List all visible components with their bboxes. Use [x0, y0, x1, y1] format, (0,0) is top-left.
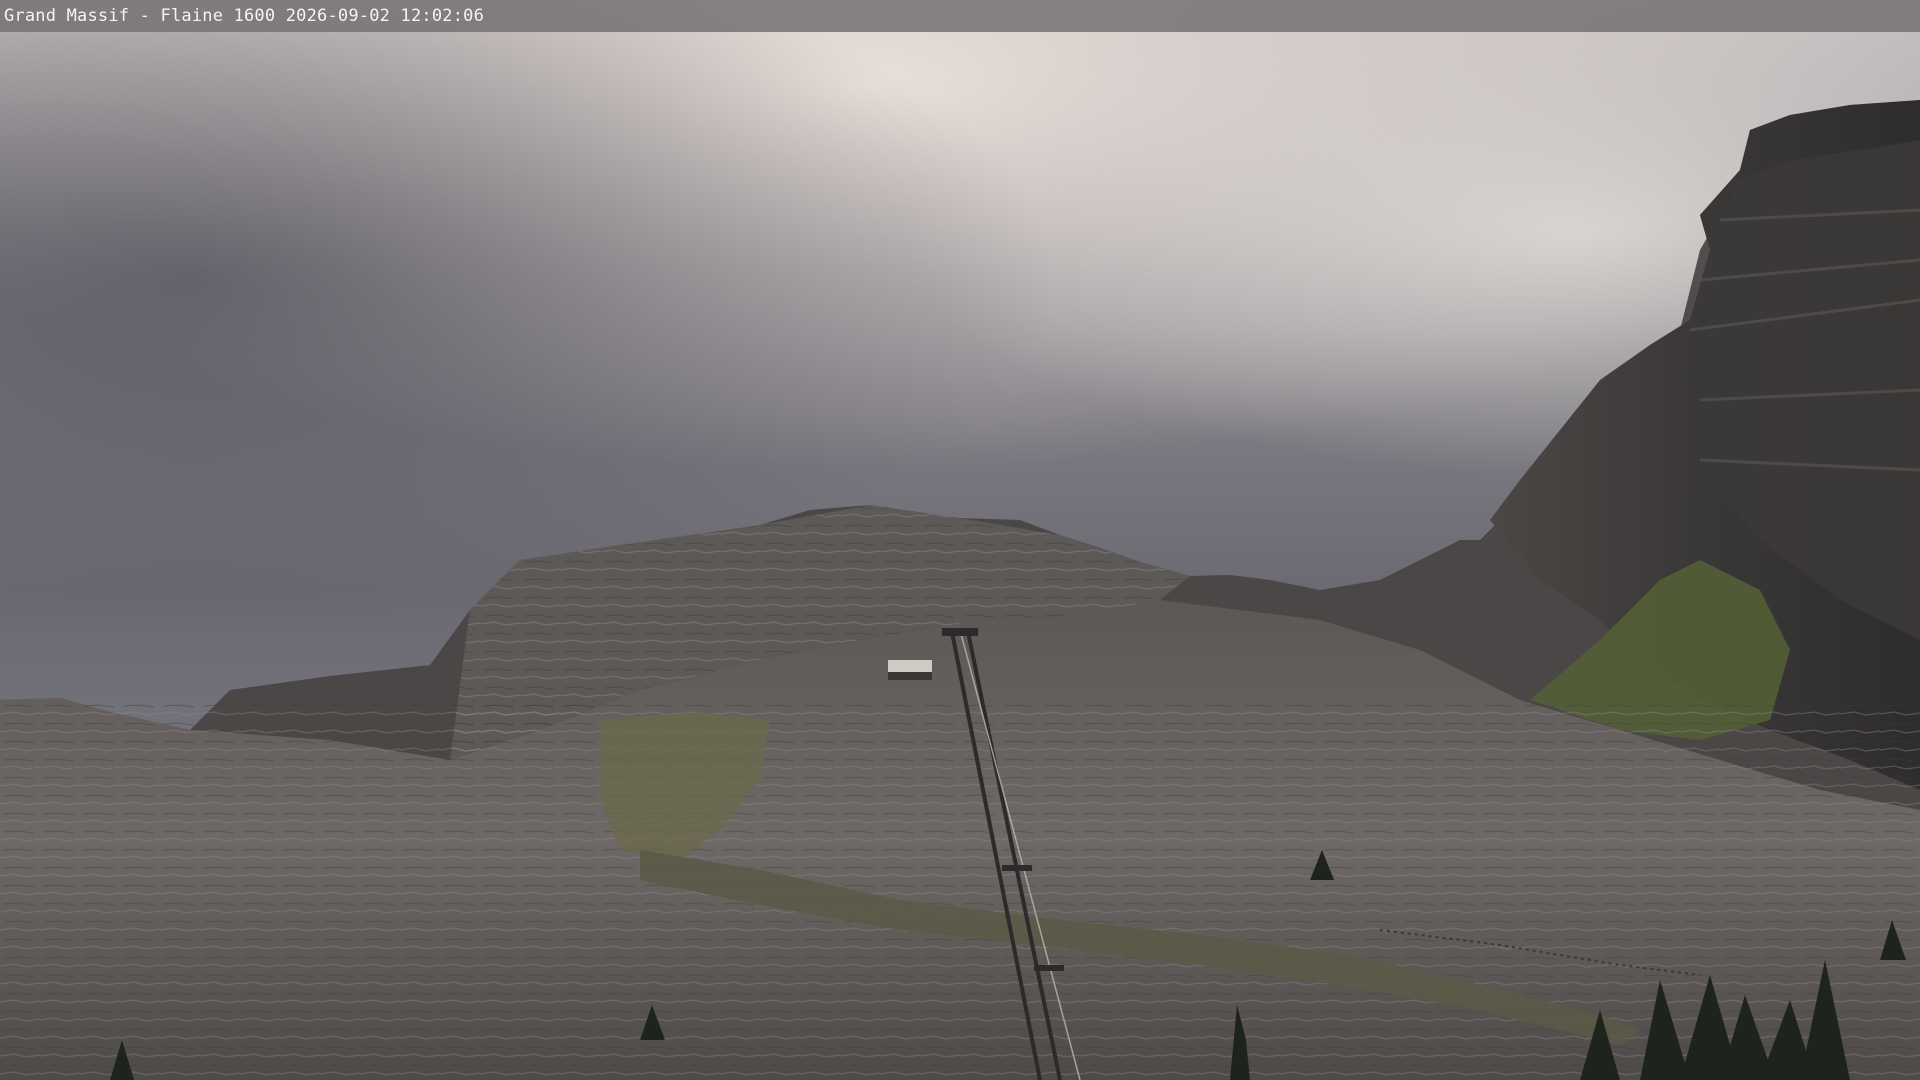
camera-caption: Grand Massif - Flaine 1600 2026-09-02 12…: [4, 6, 485, 26]
webcam-frame: Grand Massif - Flaine 1600 2026-09-02 12…: [0, 0, 1920, 1080]
webcam-landscape-image: [0, 0, 1920, 1080]
camera-caption-bar: Grand Massif - Flaine 1600 2026-09-02 12…: [0, 0, 1920, 32]
